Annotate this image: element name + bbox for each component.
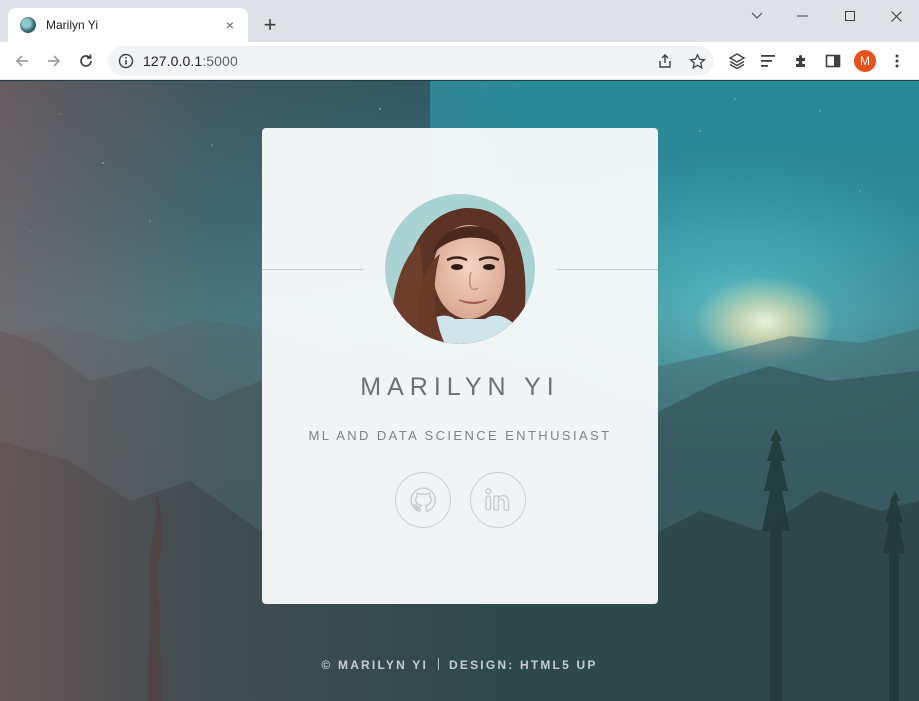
tab-title: Marilyn Yi	[46, 18, 99, 32]
tab-strip: Marilyn Yi × +	[0, 0, 919, 42]
profile-avatar-button[interactable]: M	[854, 50, 876, 72]
tab-close-icon[interactable]: ×	[222, 17, 238, 33]
reading-list-icon[interactable]	[759, 51, 779, 71]
extension-layers-icon[interactable]	[727, 51, 747, 71]
url-text[interactable]: 127.0.0.1:5000	[143, 53, 238, 69]
side-panel-icon[interactable]	[823, 51, 843, 71]
close-window-icon[interactable]	[873, 0, 919, 32]
maximize-icon[interactable]	[827, 0, 873, 32]
back-icon[interactable]	[8, 47, 36, 75]
github-icon	[408, 485, 438, 515]
browser-tab[interactable]: Marilyn Yi ×	[8, 8, 248, 42]
new-tab-button[interactable]: +	[258, 13, 282, 37]
page-viewport: MARILYN YI ML AND DATA SCIENCE ENTHUSIAS…	[0, 81, 919, 701]
bookmark-star-icon[interactable]	[686, 50, 708, 72]
profile-card: MARILYN YI ML AND DATA SCIENCE ENTHUSIAS…	[262, 128, 658, 604]
linkedin-link[interactable]	[470, 472, 526, 528]
forward-icon[interactable]	[40, 47, 68, 75]
browser-toolbar: 127.0.0.1:5000 M	[0, 42, 919, 80]
share-icon[interactable]	[654, 50, 676, 72]
profile-tagline: ML AND DATA SCIENCE ENTHUSIAST	[308, 428, 612, 443]
site-info-icon[interactable]	[118, 53, 134, 69]
site-favicon-icon	[20, 17, 36, 33]
tab-search-icon[interactable]	[734, 0, 780, 32]
avatar	[385, 194, 535, 344]
linkedin-icon	[482, 484, 514, 516]
url-host: 127.0.0.1	[143, 53, 203, 69]
github-link[interactable]	[395, 472, 451, 528]
url-port: :5000	[202, 53, 238, 69]
more-menu-icon[interactable]	[887, 51, 907, 71]
footer-copyright: © MARILYN YI	[321, 658, 429, 672]
footer-separator	[438, 658, 440, 670]
minimize-icon[interactable]	[780, 0, 826, 32]
profile-name: MARILYN YI	[360, 373, 560, 401]
address-bar[interactable]: 127.0.0.1:5000	[108, 46, 714, 76]
divider-right	[557, 269, 658, 270]
page-footer: © MARILYN YI DESIGN: HTML5 UP	[0, 658, 919, 672]
extensions-puzzle-icon[interactable]	[791, 51, 811, 71]
reload-icon[interactable]	[72, 47, 100, 75]
footer-design-credit-link[interactable]: DESIGN: HTML5 UP	[449, 658, 598, 672]
divider-left	[262, 269, 363, 270]
